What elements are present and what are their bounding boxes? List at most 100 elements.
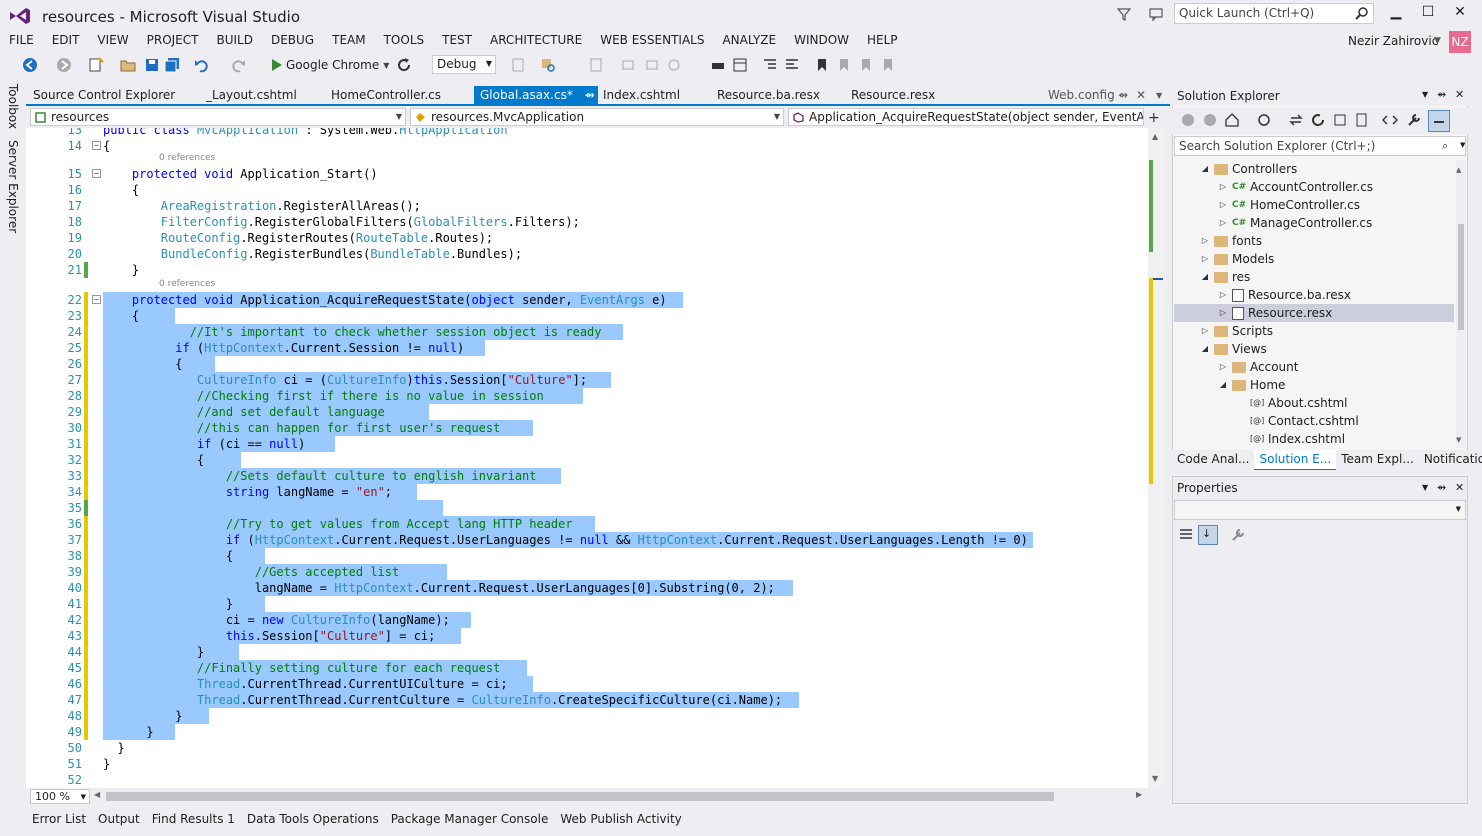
tab-find-results-1[interactable]: Find Results 1 [146, 810, 241, 830]
scroll-down-icon[interactable]: ▼ [1152, 774, 1158, 783]
tab-resource-ba-resx[interactable]: Resource.ba.resx [711, 86, 826, 106]
menu-team[interactable]: TEAM [323, 31, 374, 51]
code-lens-references[interactable]: 0 references [159, 152, 215, 164]
code-lens-references[interactable]: 0 references [159, 278, 215, 290]
tab-source-control-explorer[interactable]: Source Control Explorer [27, 86, 181, 106]
toggle-icon[interactable] [710, 57, 726, 73]
chevron-down-icon[interactable]: ▼ [1434, 36, 1441, 46]
toolbox-tab[interactable]: Toolbox [6, 84, 20, 129]
solution-tab[interactable]: Notificatio... [1419, 450, 1482, 470]
tab-layout-cshtml[interactable]: _Layout.cshtml [200, 86, 303, 106]
member-navigation-select[interactable]: Application_AcquireRequestState(object s… [788, 108, 1144, 126]
open-file-icon[interactable] [120, 57, 136, 73]
zoom-level-select[interactable]: 100 % ▼ [30, 789, 90, 804]
code-line[interactable]: 29 //and set default language [26, 404, 1146, 420]
menu-project[interactable]: PROJECT [138, 31, 208, 51]
code-line[interactable]: 25 if (HttpContext.Current.Session != nu… [26, 340, 1146, 356]
code-editor[interactable]: 13 public class MvcApplication : System.W… [26, 128, 1164, 788]
back-icon[interactable] [1180, 112, 1196, 128]
menu-tools[interactable]: TOOLS [375, 31, 434, 51]
forward-icon[interactable] [1202, 112, 1218, 128]
categorized-icon[interactable] [1178, 527, 1194, 543]
tab-index-cshtml[interactable]: Index.cshtml [597, 86, 686, 106]
expanded-arrow-icon[interactable]: ◢ [1200, 160, 1210, 178]
code-line[interactable]: 22 − protected void Application_AcquireRe… [26, 292, 1146, 308]
pending-changes-icon[interactable] [1256, 112, 1272, 128]
code-line[interactable]: 30 //this can happen for first user's re… [26, 420, 1146, 436]
editor-vertical-scrollbar[interactable]: ▲ ▼ [1148, 128, 1164, 788]
breakpoint-icon[interactable] [666, 57, 682, 73]
home-icon[interactable] [1224, 112, 1240, 128]
refresh-icon[interactable] [1310, 112, 1326, 128]
avatar[interactable]: NZ [1449, 31, 1471, 53]
properties-object-select[interactable]: ▼ [1174, 500, 1466, 520]
tree-item[interactable]: ▷ C# HomeController.cs [1174, 196, 1454, 214]
maximize-button[interactable]: ☐ [1416, 4, 1440, 22]
tree-item[interactable]: ◢ res [1174, 268, 1454, 286]
redo-icon[interactable] [230, 57, 246, 73]
expanded-arrow-icon[interactable]: ◢ [1200, 268, 1210, 286]
clear-bookmarks-icon[interactable] [880, 57, 896, 73]
chevron-down-icon[interactable]: ▼ [1460, 141, 1465, 149]
window-layout-icon[interactable] [732, 57, 748, 73]
scroll-right-icon[interactable]: ▶ [1136, 790, 1142, 799]
tree-item[interactable]: [@] About.cshtml [1174, 394, 1454, 412]
code-line[interactable]: 32 { [26, 452, 1146, 468]
code-line[interactable]: 49 } [26, 724, 1146, 740]
code-line[interactable]: 31 if (ci == null) [26, 436, 1146, 452]
tree-item[interactable]: ◢ Controllers [1174, 160, 1454, 178]
show-all-files-icon[interactable] [1354, 112, 1370, 128]
code-line[interactable]: 37 if (HttpContext.Current.Request.UserL… [26, 532, 1146, 548]
tab-home-controller[interactable]: HomeController.cs [325, 86, 447, 106]
tab-resource-resx[interactable]: Resource.resx [845, 86, 941, 106]
new-project-icon[interactable] [88, 57, 104, 73]
scroll-down-icon[interactable]: ▼ [1456, 436, 1461, 444]
code-line[interactable]: 44 } [26, 644, 1146, 660]
code-line[interactable]: 38 { [26, 548, 1146, 564]
save-icon[interactable] [144, 57, 160, 73]
tree-item[interactable]: ◢ Views [1174, 340, 1454, 358]
sync-icon[interactable] [1288, 112, 1304, 128]
code-line[interactable]: 15 − protected void Application_Start() [26, 166, 1146, 182]
save-all-icon[interactable] [164, 57, 180, 73]
code-line[interactable]: 47 Thread.CurrentThread.CurrentCulture =… [26, 692, 1146, 708]
code-line[interactable]: 24 //It's important to check whether ses… [26, 324, 1146, 340]
code-line[interactable]: 33 //Sets default culture to english inv… [26, 468, 1146, 484]
collapsed-arrow-icon[interactable]: ▷ [1200, 322, 1210, 340]
user-name[interactable]: Nezir Zahirovic [1348, 34, 1438, 48]
tree-item[interactable]: ▷ C# AccountController.cs [1174, 178, 1454, 196]
code-line[interactable]: 40 langName = HttpContext.Current.Reques… [26, 580, 1146, 596]
quick-launch-input[interactable]: Quick Launch (Ctrl+Q) [1174, 3, 1374, 24]
bookmark-icon[interactable] [814, 57, 830, 73]
collapsed-arrow-icon[interactable]: ▷ [1200, 232, 1210, 250]
chevron-down-icon[interactable]: ▼ [1150, 86, 1168, 106]
collapsed-arrow-icon[interactable]: ▷ [1200, 250, 1210, 268]
tab-package-manager-console[interactable]: Package Manager Console [385, 810, 555, 830]
code-line[interactable]: 26 { [26, 356, 1146, 372]
step-out-icon[interactable] [644, 57, 660, 73]
preview-selected-items-button[interactable] [1428, 110, 1450, 132]
collapsed-arrow-icon[interactable]: ▷ [1218, 304, 1228, 322]
collapsed-arrow-icon[interactable]: ▷ [1218, 196, 1228, 214]
code-line[interactable]: 20 BundleConfig.RegisterBundles(BundleTa… [26, 246, 1146, 262]
next-bookmark-icon[interactable] [858, 57, 874, 73]
menu-analyze[interactable]: ANALYZE [713, 31, 785, 51]
tree-item[interactable]: [@] Contact.cshtml [1174, 412, 1454, 430]
scroll-thumb[interactable] [1458, 224, 1464, 330]
server-explorer-tab[interactable]: Server Explorer [6, 140, 20, 233]
split-editor-icon[interactable]: + [1148, 110, 1160, 126]
code-line[interactable]: 50 } [26, 740, 1146, 756]
type-navigation-select[interactable]: resources.MvcApplication ▼ [410, 108, 784, 126]
chevron-down-icon[interactable]: ▼ [1422, 483, 1428, 492]
code-line[interactable]: 16 { [26, 182, 1146, 198]
pin-icon[interactable]: ⇴ [1437, 88, 1446, 101]
step-into-icon[interactable] [588, 57, 604, 73]
code-line[interactable]: 21 } [26, 262, 1146, 278]
property-pages-wrench-icon[interactable] [1230, 527, 1246, 543]
collapsed-arrow-icon[interactable]: ▷ [1218, 286, 1228, 304]
pin-icon[interactable]: ⇴ [585, 88, 595, 102]
menu-architecture[interactable]: ARCHITECTURE [481, 31, 591, 51]
menu-test[interactable]: TEST [433, 31, 481, 51]
tree-item[interactable]: ▷ Models [1174, 250, 1454, 268]
code-line[interactable]: 43 this.Session["Culture"] = ci; [26, 628, 1146, 644]
